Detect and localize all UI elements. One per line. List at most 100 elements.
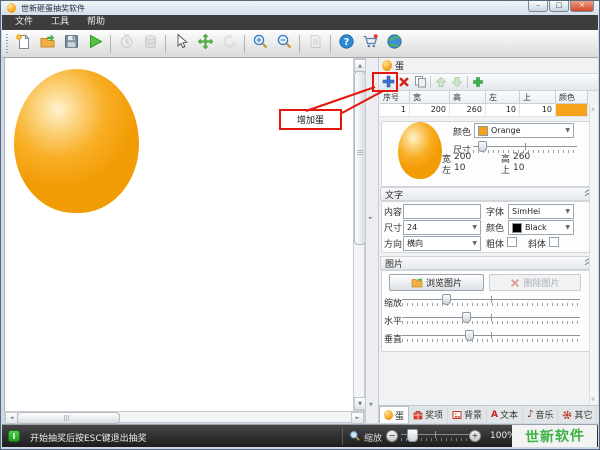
cell-color-swatch[interactable] — [556, 104, 588, 117]
col-index[interactable]: 序号 — [380, 91, 410, 104]
tab-egg[interactable]: 蛋 — [379, 406, 409, 423]
canvas-vscrollbar[interactable]: ▲ ▼ — [353, 58, 365, 411]
col-color[interactable]: 颜色 — [556, 91, 588, 104]
content-input[interactable] — [403, 204, 481, 219]
database-button — [139, 33, 161, 55]
minimize-button[interactable]: – — [528, 1, 548, 12]
zoom-magnifier-icon — [349, 430, 361, 442]
move-down-button — [449, 74, 465, 90]
content-label: 内容 — [384, 205, 402, 218]
italic-checkbox[interactable] — [549, 237, 559, 247]
add-icon — [382, 73, 395, 92]
scroll-right-icon[interactable]: ► — [351, 412, 364, 424]
menu-file[interactable]: 文件 — [6, 15, 42, 30]
text-group-header[interactable]: 文字 — [380, 187, 597, 201]
callout-add-egg: 增加蛋 — [279, 109, 342, 130]
col-left[interactable]: 左 — [486, 91, 520, 104]
cell-height[interactable]: 260 — [450, 104, 486, 117]
tab-prizes[interactable]: 奖项 — [409, 406, 448, 423]
cart-button[interactable] — [359, 33, 381, 55]
title-bar[interactable]: 世新砸蛋抽奖软件 — [1, 1, 599, 15]
tab-label: 其它 — [574, 408, 592, 421]
image-horizontal-slider[interactable] — [402, 312, 580, 326]
info-icon: i — [8, 430, 20, 442]
green-plus-icon — [472, 73, 484, 92]
help-button[interactable]: ? — [335, 33, 357, 55]
help-icon: ? — [338, 33, 355, 54]
status-zoom-slider[interactable] — [401, 429, 469, 443]
panel-scroll-up-icon[interactable]: ▲ — [591, 106, 595, 112]
zoom-out-icon — [276, 33, 293, 54]
col-width[interactable]: 宽 — [410, 91, 450, 104]
zoom-in-button[interactable] — [249, 33, 271, 55]
panel-splitter[interactable]: ► ▼ — [365, 58, 379, 423]
toolbar-grip[interactable] — [6, 34, 8, 54]
copy-egg-button[interactable] — [412, 74, 428, 90]
cell-top[interactable]: 10 — [520, 104, 556, 117]
col-top[interactable]: 上 — [520, 91, 556, 104]
zoom-out-button-status[interactable]: − — [386, 430, 398, 442]
cell-width[interactable]: 200 — [410, 104, 450, 117]
direction-select[interactable]: 横向 ▼ — [403, 236, 481, 251]
new-button[interactable] — [12, 33, 34, 55]
zoom-in-button-status[interactable]: + — [469, 430, 481, 442]
bold-label: 粗体 — [486, 237, 504, 250]
tab-background[interactable]: 背景 — [448, 406, 487, 423]
panel-vscrollbar[interactable]: ▲ ▼ — [589, 104, 598, 405]
slider-thumb[interactable] — [442, 294, 451, 305]
rotate-icon — [221, 33, 238, 54]
font-size-select[interactable]: 24 ▼ — [403, 220, 481, 235]
font-label: 字体 — [486, 205, 504, 218]
canvas-hscrollbar[interactable]: ◄ ► — [4, 411, 365, 423]
egg-table-header[interactable]: 序号 宽 高 左 上 颜色 — [380, 91, 588, 104]
maximize-button[interactable]: □ — [549, 1, 569, 12]
table-row[interactable]: 1 200 260 10 10 — [380, 104, 588, 117]
text-color-select[interactable]: Black ▼ — [508, 220, 574, 235]
tab-text[interactable]: A 文本 — [487, 406, 523, 423]
col-height[interactable]: 高 — [450, 91, 486, 104]
splitter-scroll-down-icon[interactable]: ▼ — [369, 402, 373, 408]
hscroll-thumb[interactable] — [17, 412, 120, 424]
delete-egg-button[interactable] — [396, 74, 412, 90]
slider-thumb[interactable] — [462, 312, 471, 323]
timer-icon — [118, 33, 135, 54]
menu-tools[interactable]: 工具 — [42, 15, 78, 30]
move-down-icon — [451, 73, 463, 92]
open-button[interactable] — [36, 33, 58, 55]
start-button[interactable] — [84, 33, 106, 55]
tab-other[interactable]: 其它 — [558, 406, 597, 423]
font-select[interactable]: SimHei ▼ — [508, 204, 574, 219]
egg-color-select[interactable]: Orange ▼ — [474, 123, 574, 138]
cell-left[interactable]: 10 — [486, 104, 520, 117]
slider-thumb[interactable] — [478, 141, 487, 152]
website-button[interactable] — [383, 33, 405, 55]
slider-thumb[interactable] — [465, 330, 474, 341]
egg-shape[interactable] — [14, 69, 139, 213]
cell-index[interactable]: 1 — [380, 104, 410, 117]
close-button[interactable]: × — [570, 1, 594, 12]
menu-bar: 文件 工具 帮助 — [2, 15, 598, 30]
select-button[interactable] — [170, 33, 192, 55]
image-vertical-slider[interactable] — [402, 330, 580, 344]
slider-thumb[interactable] — [407, 429, 418, 442]
panel-tabs: 蛋 奖项 背景 A 文本 ♪ 音乐 其它 — [379, 405, 598, 423]
image-scale-slider[interactable] — [402, 294, 580, 308]
save-button[interactable] — [60, 33, 82, 55]
egg-list-toolbar — [379, 73, 598, 91]
add-extra-button[interactable] — [470, 74, 486, 90]
zoom-out-button[interactable] — [273, 33, 295, 55]
move-button[interactable] — [194, 33, 216, 55]
bold-checkbox[interactable] — [507, 237, 517, 247]
text-color-label: 颜色 — [486, 221, 504, 234]
tab-music[interactable]: ♪ 音乐 — [523, 406, 558, 423]
splitter-collapse-icon[interactable]: ► — [369, 215, 373, 221]
add-egg-button[interactable] — [380, 74, 396, 90]
tab-label: 蛋 — [395, 409, 404, 422]
menu-help[interactable]: 帮助 — [78, 15, 114, 30]
letter-a-icon: A — [491, 410, 498, 420]
panel-scroll-down-icon[interactable]: ▼ — [591, 397, 595, 403]
image-group-header[interactable]: 图片 — [380, 256, 597, 270]
toolbar-separator — [110, 35, 111, 53]
color-label: 颜色 — [453, 125, 471, 138]
browse-image-button[interactable]: 浏览图片 — [389, 274, 484, 291]
